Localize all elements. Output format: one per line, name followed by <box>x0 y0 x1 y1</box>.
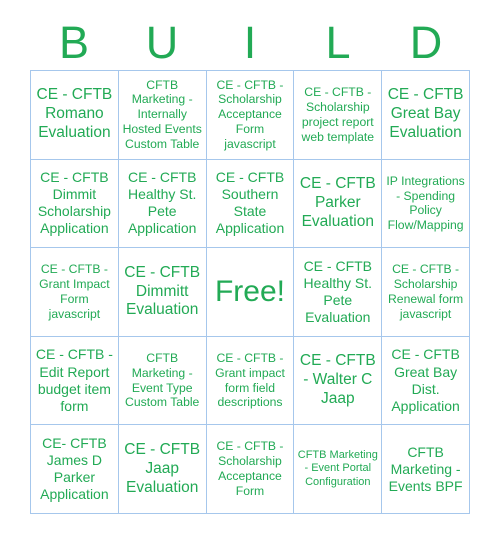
bingo-cell[interactable]: IP Integrations - Spending Policy Flow/M… <box>382 159 470 249</box>
bingo-cell[interactable]: CFTB Marketing - Event Portal Configurat… <box>294 425 383 514</box>
bingo-header-letter-b: B <box>58 16 89 68</box>
bingo-cell-label: CE - CFTB Healthy St. Pete Evaluation <box>303 257 373 326</box>
bingo-grid: CE - CFTB Romano Evaluation CFTB Marketi… <box>30 70 470 514</box>
bingo-cell[interactable]: CE - CFTB - Grant impact form field desc… <box>206 336 295 426</box>
bingo-cell-label: CFTB Marketing - Event Type Custom Table <box>125 350 200 410</box>
bingo-cell[interactable]: CE - CFTB - Grant Impact Form javascript <box>31 248 119 337</box>
bingo-header-row: B U I L D <box>30 14 470 70</box>
bingo-cell-label: CE - CFTB -Edit Report budget item form <box>35 346 113 414</box>
bingo-cell-free-space[interactable]: Free! <box>206 248 295 337</box>
bingo-cell[interactable]: CE - CFTB Great Bay Evaluation <box>382 71 470 160</box>
bingo-cell-label: CFTB Marketing - Events BPF <box>388 443 463 494</box>
bingo-cell-label: CE - CFTB Southern State Application <box>215 169 285 237</box>
bingo-cell[interactable]: CE - CFTB -Edit Report budget item form <box>31 336 119 426</box>
bingo-cell-label: CE - CFTB Great Bay Dist. Application <box>391 346 460 414</box>
bingo-cell-label: IP Integrations - Spending Policy Flow/M… <box>386 173 465 233</box>
bingo-cell-label: CE - CFTB - Walter C Jaap <box>299 352 376 408</box>
bingo-cell-label: CE - CFTB - Scholarship project report w… <box>301 85 375 144</box>
bingo-cell[interactable]: CE - CFTB Dimmit Scholarship Application <box>31 159 119 249</box>
bingo-cell[interactable]: CFTB Marketing - Events BPF <box>382 425 470 514</box>
bingo-cell-label: CE - CFTB Great Bay Evaluation <box>387 86 464 142</box>
bingo-cell-label: CE - CFTB - Scholarship Acceptance Form … <box>216 77 284 152</box>
bingo-cell-label: CE - CFTB Dimmit Scholarship Application <box>37 169 111 237</box>
bingo-cell[interactable]: CE - CFTB Healthy St. Pete Evaluation <box>294 248 383 337</box>
bingo-cell-label: CE - CFTB Jaap Evaluation <box>124 440 201 496</box>
bingo-cell[interactable]: CE - CFTB - Scholarship Acceptance Form <box>206 425 295 514</box>
bingo-cell-label: CE - CFTB - Grant Impact Form javascript <box>39 262 110 321</box>
bingo-cell[interactable]: CE - CFTB - Walter C Jaap <box>294 336 383 426</box>
bingo-cell[interactable]: CE - CFTB - Scholarship Acceptance Form … <box>206 71 295 160</box>
bingo-cell-label: CE - CFTB - Scholarship Renewal form jav… <box>388 262 464 321</box>
bingo-cell[interactable]: CFTB Marketing - Event Type Custom Table <box>118 336 207 426</box>
bingo-cell[interactable]: CE - CFTB Romano Evaluation <box>31 71 119 160</box>
bingo-cell[interactable]: CE - CFTB Great Bay Dist. Application <box>382 336 470 426</box>
bingo-cell-label: CE - CFTB - Grant impact form field desc… <box>215 350 285 410</box>
bingo-header-letter-d: D <box>409 16 443 68</box>
bingo-cell[interactable]: CE - CFTB Jaap Evaluation <box>118 425 207 514</box>
bingo-cell-label: CE - CFTB Healthy St. Pete Application <box>127 169 197 237</box>
bingo-cell[interactable]: CE - CFTB Parker Evaluation <box>294 159 383 249</box>
bingo-header-letter-u: U <box>145 16 179 68</box>
bingo-cell[interactable]: CE - CFTB Healthy St. Pete Application <box>118 159 207 249</box>
bingo-cell-label: CE - CFTB Dimmitt Evaluation <box>124 263 201 319</box>
bingo-cell-label: CE- CFTB James D Parker Application <box>40 435 109 503</box>
bingo-cell[interactable]: CE - CFTB Dimmitt Evaluation <box>118 248 207 337</box>
bingo-cell-label: CE - CFTB Romano Evaluation <box>36 86 113 142</box>
bingo-cell-label: CE - CFTB - Scholarship Acceptance Form <box>216 439 284 499</box>
bingo-cell[interactable]: CE - CFTB - Scholarship project report w… <box>294 71 383 160</box>
bingo-header-letter-i: I <box>243 16 257 68</box>
bingo-cell[interactable]: CE - CFTB - Scholarship Renewal form jav… <box>382 248 470 337</box>
bingo-header-letter-l: L <box>325 16 351 68</box>
bingo-free-space-label: Free! <box>214 274 285 308</box>
bingo-cell[interactable]: CFTB Marketing - Internally Hosted Event… <box>118 71 207 160</box>
bingo-cell[interactable]: CE- CFTB James D Parker Application <box>31 425 119 514</box>
bingo-cell[interactable]: CE - CFTB Southern State Application <box>206 159 295 249</box>
bingo-cell-label: CFTB Marketing - Internally Hosted Event… <box>122 77 202 152</box>
bingo-cell-label: CFTB Marketing - Event Portal Configurat… <box>297 449 378 488</box>
bingo-card: B U I L D CE - CFTB Romano Evaluation CF… <box>0 0 500 544</box>
bingo-cell-label: CE - CFTB Parker Evaluation <box>299 175 376 230</box>
